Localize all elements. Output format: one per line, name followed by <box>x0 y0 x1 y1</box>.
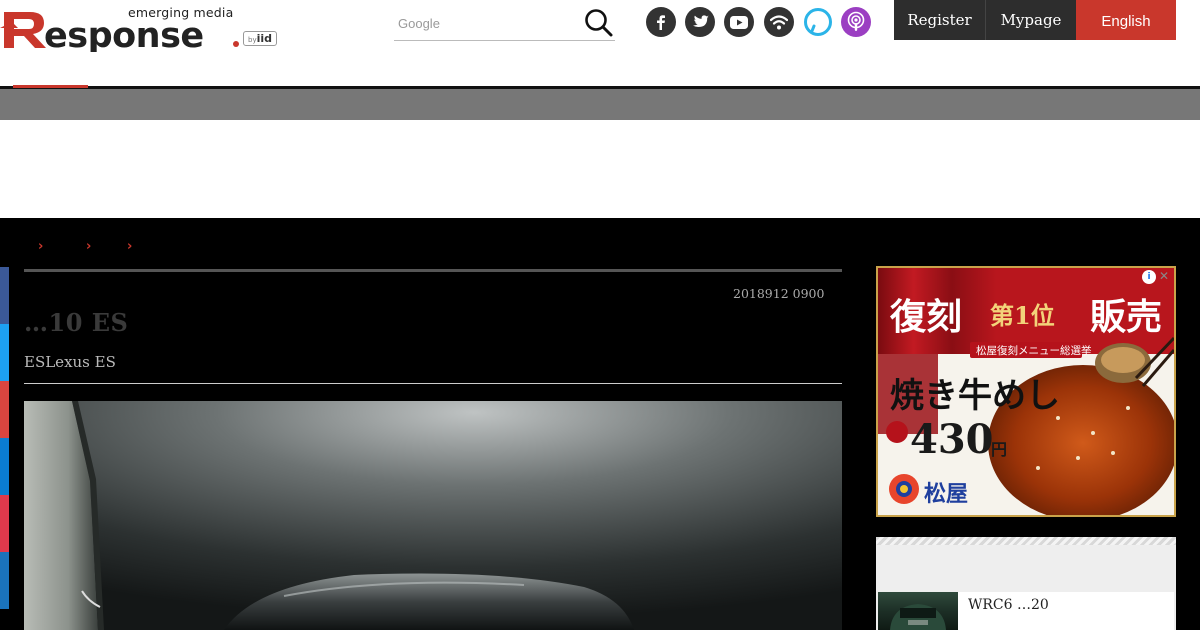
active-menu-indicator <box>13 85 88 88</box>
twitter-icon[interactable] <box>685 7 715 37</box>
ranking-panel: WRC6 …20 <box>876 537 1176 630</box>
ad-info-icon[interactable]: i <box>1142 270 1156 284</box>
search-input[interactable] <box>398 12 578 34</box>
share-facebook-button[interactable] <box>0 267 9 324</box>
category-menu-bar <box>0 89 1200 120</box>
share-line-button[interactable] <box>0 438 9 495</box>
rss-icon[interactable] <box>764 7 794 37</box>
english-button[interactable]: English <box>1076 0 1176 40</box>
ranking-item[interactable]: WRC6 …20 <box>878 592 1174 630</box>
breadcrumb-separator: › <box>38 239 44 254</box>
logo-wordmark: esponse <box>0 12 239 52</box>
breadcrumb-separator: › <box>86 239 92 254</box>
register-button[interactable]: Register <box>894 0 985 40</box>
article-top-rule <box>24 269 842 272</box>
ad-headline-rank: 第1位 <box>990 301 1055 330</box>
breadcrumb-separator: › <box>127 239 133 254</box>
article-divider <box>24 383 842 384</box>
podcast-icon[interactable] <box>841 7 871 37</box>
youtube-icon[interactable] <box>724 7 754 37</box>
search-box <box>394 6 615 41</box>
ad-brand: 松屋 <box>924 481 969 507</box>
top-ad-area <box>0 120 1200 218</box>
alexa-icon[interactable] <box>803 7 833 37</box>
ad-price-unit: 円 <box>991 440 1008 459</box>
share-hatena-button[interactable] <box>0 381 9 438</box>
ad-close-icon[interactable]: ✕ <box>1157 269 1171 283</box>
ranking-thumbnail <box>878 592 958 630</box>
ranking-header-stripe <box>876 537 1176 545</box>
ad-headline-right: 販売 <box>1090 296 1163 338</box>
mypage-button[interactable]: Mypage <box>985 0 1076 40</box>
site-header: emerging media esponse byiid Register My… <box>0 0 1200 88</box>
share-twitter-button[interactable] <box>0 324 9 381</box>
ad-price: 430 <box>910 416 994 463</box>
facebook-icon[interactable] <box>646 7 676 37</box>
svg-text:esponse: esponse <box>44 16 204 52</box>
iid-badge: byiid <box>243 31 278 46</box>
ad-ribbon: 松屋復刻メニュー総選挙 <box>976 345 1092 357</box>
article-subtitle: ESLexus ES <box>24 353 116 371</box>
sidebar-ad-banner[interactable]: i ✕ 復刻 第1位 販売 松屋復刻メニュー総選挙 焼き牛めし 430 円 松屋 <box>876 266 1176 517</box>
article-hero-image[interactable] <box>24 401 842 630</box>
search-icon[interactable] <box>584 8 614 38</box>
ad-product: 焼き牛めし <box>890 376 1060 416</box>
article-title: …10 ES <box>24 308 129 337</box>
ranking-item-title: WRC6 …20 <box>968 597 1049 613</box>
site-logo[interactable]: emerging media esponse byiid <box>0 2 285 52</box>
share-pocket-button[interactable] <box>0 495 9 552</box>
share-other-button[interactable] <box>0 552 9 609</box>
article-date: 2018912 0900 <box>733 286 825 301</box>
ad-headline-left: 復刻 <box>890 296 963 338</box>
